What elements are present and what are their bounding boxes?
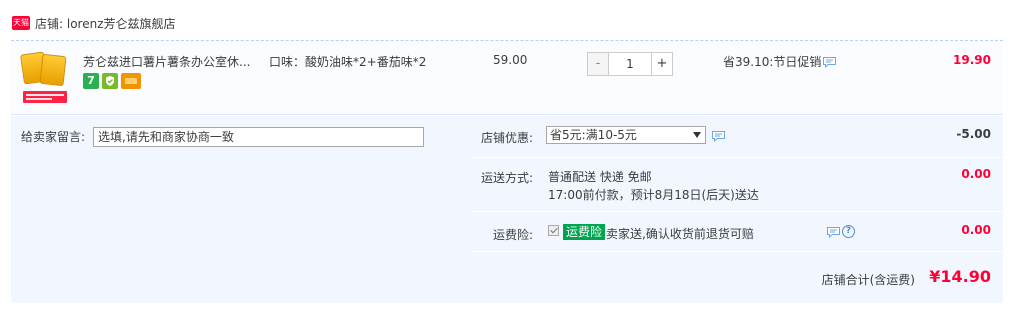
order-box: 芳仑兹进口薯片薯条办公室休... 7 口味：酸奶油味*2+番茄味*2 59.00… xyxy=(11,40,1003,303)
shipping-amount: 0.00 xyxy=(961,167,991,181)
quantity-increase-button[interactable]: + xyxy=(652,53,672,75)
insurance-label: 运费险: xyxy=(492,228,533,242)
coupon-chat-icon[interactable] xyxy=(712,131,725,142)
item-subtotal: 19.90 xyxy=(953,53,991,67)
shipping-method: 普通配送 快递 免邮 xyxy=(548,170,652,184)
buyer-note-input[interactable]: 选填,请先和商家协商一致 xyxy=(93,127,424,147)
promotion-chat-icon[interactable] xyxy=(823,57,836,68)
insurance-checkbox[interactable] xyxy=(548,225,559,236)
shop-name-link[interactable]: 店铺: lorenz芳仑兹旗舰店 xyxy=(35,15,176,32)
divider xyxy=(471,211,1003,212)
tmall-badge-icon: 天猫 xyxy=(12,16,30,30)
insurance-description: 卖家送,确认收货前退货可赔 xyxy=(606,227,754,241)
order-item-row: 芳仑兹进口薯片薯条办公室休... 7 口味：酸奶油味*2+番茄味*2 59.00… xyxy=(11,41,1003,115)
insurance-amount: 0.00 xyxy=(961,223,991,237)
dropdown-arrow-icon xyxy=(693,132,701,138)
guarantee-icon[interactable] xyxy=(102,73,118,89)
coupon-amount: -5.00 xyxy=(956,127,991,141)
product-sku: 口味：酸奶油味*2+番茄味*2 xyxy=(269,55,427,69)
credit-card-icon[interactable] xyxy=(121,73,141,89)
shipping-label: 运送方式: xyxy=(480,171,533,185)
coupon-select[interactable]: 省5元:满10-5元 xyxy=(546,126,706,144)
quantity-decrease-button[interactable]: - xyxy=(588,53,608,75)
divider xyxy=(471,157,1003,158)
seven-day-return-icon[interactable]: 7 xyxy=(83,73,99,89)
promotion-text: 省39.10:节日促销 xyxy=(723,55,822,69)
shop-total-value: ¥14.90 xyxy=(929,267,991,286)
product-title-link[interactable]: 芳仑兹进口薯片薯条办公室休... xyxy=(83,53,261,70)
unit-price: 59.00 xyxy=(493,53,528,67)
shop-total-label: 店铺合计(含运费) xyxy=(821,273,915,287)
coupon-select-value: 省5元:满10-5元 xyxy=(550,128,637,142)
quantity-input[interactable]: 1 xyxy=(608,53,652,75)
shop-header: 天猫 店铺: lorenz芳仑兹旗舰店 xyxy=(12,14,176,32)
shipping-eta: 17:00前付款，预计8月18日(后天)送达 xyxy=(548,188,759,202)
insurance-chat-icon[interactable] xyxy=(827,227,840,238)
insurance-badge: 运费险 xyxy=(563,224,606,240)
divider xyxy=(471,251,1003,252)
help-icon[interactable]: ? xyxy=(842,225,855,238)
service-icons: 7 xyxy=(83,73,141,89)
coupon-label: 店铺优惠: xyxy=(480,131,533,145)
quantity-stepper: - 1 + xyxy=(587,52,673,76)
buyer-note-label: 给卖家留言: xyxy=(21,130,86,144)
product-image[interactable] xyxy=(20,51,69,103)
